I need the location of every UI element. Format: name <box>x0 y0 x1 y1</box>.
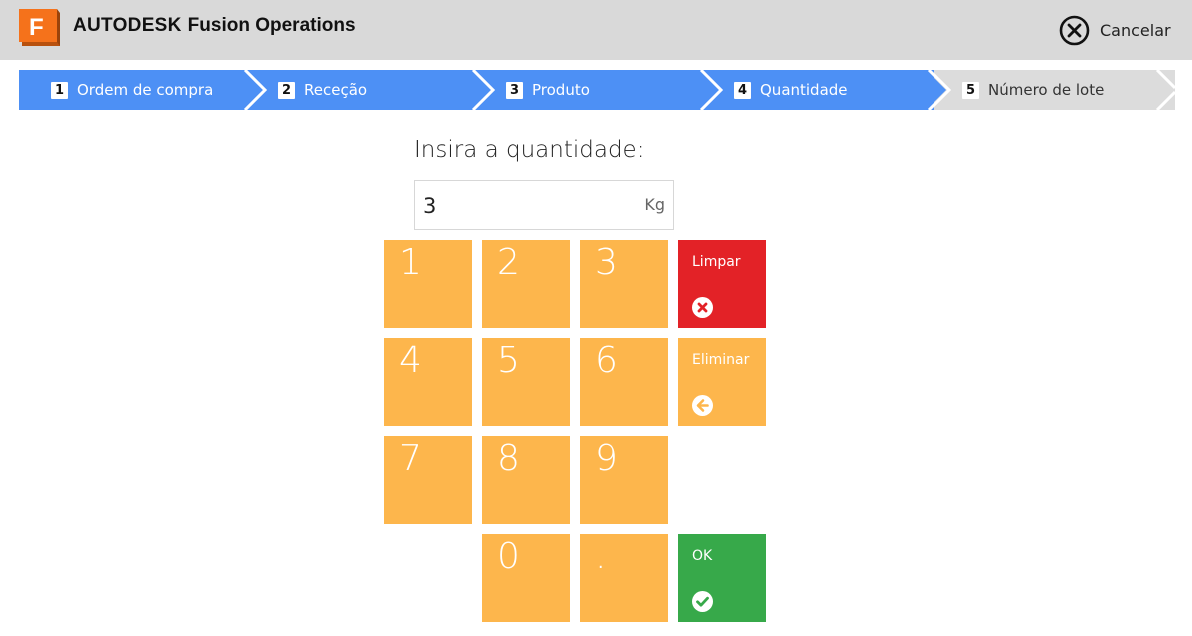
product-name: Fusion Operations <box>187 15 356 36</box>
key-4[interactable]: 4 <box>384 338 472 426</box>
cancel-label: Cancelar <box>1100 20 1171 40</box>
step-label: Quantidade <box>760 81 848 99</box>
step-number: 4 <box>734 81 751 99</box>
arrow-left-icon <box>692 395 713 416</box>
key-9[interactable]: 9 <box>580 436 668 524</box>
key-7[interactable]: 7 <box>384 436 472 524</box>
step-ordem-de-compra[interactable]: 1 Ordem de compra <box>51 70 213 110</box>
wizard-steps: 1 Ordem de compra 2 Receção 3 Produto 4 … <box>19 70 1175 110</box>
key-6[interactable]: 6 <box>580 338 668 426</box>
quantity-value: 3 <box>423 194 437 218</box>
step-quantidade[interactable]: 4 Quantidade <box>734 70 848 110</box>
step-rececao[interactable]: 2 Receção <box>278 70 367 110</box>
quantity-unit: Kg <box>644 195 665 214</box>
key-3[interactable]: 3 <box>580 240 668 328</box>
key-label: 2 <box>497 242 520 283</box>
delete-label: Eliminar <box>692 352 750 368</box>
ok-button[interactable]: OK <box>678 534 766 622</box>
key-decimal[interactable]: . <box>580 534 668 622</box>
logo-letter: F <box>29 14 44 41</box>
key-label: 1 <box>399 242 422 283</box>
key-label: 8 <box>497 438 520 479</box>
close-circle-icon <box>1059 15 1090 45</box>
key-0[interactable]: 0 <box>482 534 570 622</box>
key-label: 4 <box>399 340 422 381</box>
key-label: 9 <box>595 438 618 479</box>
delete-button[interactable]: Eliminar <box>678 338 766 426</box>
step-label: Número de lote <box>988 81 1105 99</box>
ok-label: OK <box>692 548 713 564</box>
step-label: Ordem de compra <box>77 81 214 99</box>
key-label: 0 <box>497 536 520 577</box>
step-label: Produto <box>532 81 590 99</box>
step-produto[interactable]: 3 Produto <box>506 70 590 110</box>
cancel-button[interactable]: Cancelar <box>1059 14 1171 46</box>
quantity-input[interactable]: 3 Kg <box>414 180 674 230</box>
key-8[interactable]: 8 <box>482 436 570 524</box>
key-label: 5 <box>497 340 520 381</box>
key-label: . <box>595 536 607 577</box>
key-2[interactable]: 2 <box>482 240 570 328</box>
step-label: Receção <box>304 81 368 99</box>
key-label: 3 <box>595 242 618 283</box>
key-label: 6 <box>595 340 618 381</box>
step-numero-de-lote[interactable]: 5 Número de lote <box>962 70 1104 110</box>
app-header: F AUTODESK Fusion Operations Cancelar <box>0 0 1192 60</box>
clear-button[interactable]: Limpar <box>678 240 766 328</box>
clear-x-icon <box>692 297 713 318</box>
step-number: 5 <box>962 81 979 99</box>
clear-label: Limpar <box>692 254 741 270</box>
key-label: 7 <box>399 438 422 479</box>
quantity-prompt: Insira a quantidade: <box>414 137 645 163</box>
checkmark-icon <box>692 591 713 612</box>
fusion-logo: F <box>19 9 63 50</box>
app-title: AUTODESK Fusion Operations <box>73 15 356 37</box>
key-1[interactable]: 1 <box>384 240 472 328</box>
key-5[interactable]: 5 <box>482 338 570 426</box>
brand-name: AUTODESK <box>73 15 182 36</box>
step-number: 3 <box>506 81 523 99</box>
step-number: 2 <box>278 81 295 99</box>
step-number: 1 <box>51 81 68 99</box>
